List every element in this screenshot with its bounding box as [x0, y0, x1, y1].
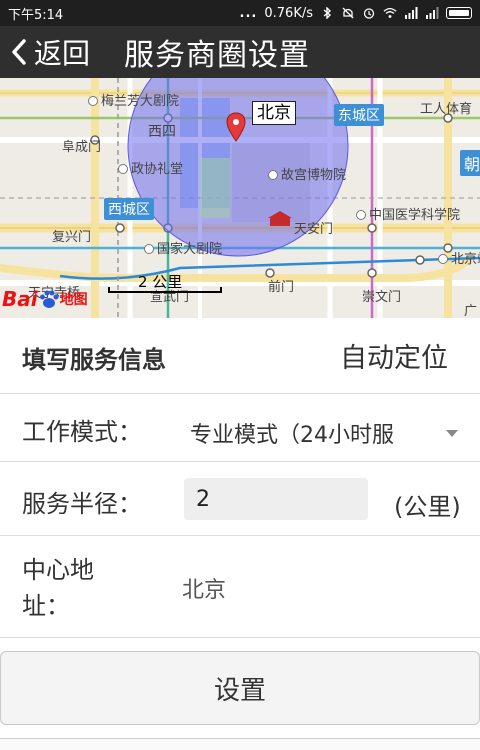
location-callout: 北京 [252, 101, 296, 125]
baidu-paw-icon [39, 290, 59, 308]
baidu-map-logo: Bai 地图 [2, 287, 88, 311]
map-label-dajuyuan: 国家大剧院 [144, 238, 222, 257]
section-title: 填写服务信息 [22, 346, 166, 374]
radius-unit: (公里) [394, 493, 461, 521]
address-value: 北京 [182, 578, 227, 603]
map-label-qianmen: 前门 [268, 280, 295, 295]
bottom-tab-strip [0, 738, 480, 750]
status-bar: 下午5:14 ... 0.76K/s [0, 0, 480, 26]
map-label-yixue: 中国医学科学院 [356, 204, 460, 223]
work-mode-label: 工作模式： [22, 418, 142, 446]
map-label-xicheng: 西城区 [104, 198, 154, 220]
network-speed: 0.76K/s [264, 5, 313, 21]
chevron-left-icon [12, 39, 26, 65]
auto-locate-button[interactable]: 自动定位 [340, 336, 448, 375]
map-label-xisi: 西四 [148, 124, 176, 140]
signal-icon [405, 7, 418, 19]
map-label-meilanfang: 梅兰芳大剧院 [88, 90, 179, 109]
map-label-fuxingmen: 复兴门 [52, 230, 92, 245]
radius-label: 服务半径： [22, 490, 142, 518]
map-label-dongcheng: 东城区 [334, 104, 384, 126]
page-title: 服务商圈设置 [124, 38, 311, 73]
map-label-fuchengmen: 阜成门 [62, 140, 102, 155]
map-label-beijingzhan: 北京站 [438, 248, 480, 267]
address-label: 中心地址： [22, 556, 94, 620]
location-pin-icon [226, 112, 246, 142]
map-label-chongwenmen: 崇文门 [362, 290, 402, 305]
bluetooth-icon [323, 7, 332, 19]
map-label-gongren: 工人体育 [420, 102, 473, 117]
battery-icon [446, 7, 472, 19]
map-scale-bar [108, 287, 222, 293]
map-label-zhengxie: 政协礼堂 [118, 158, 183, 177]
dropdown-arrow-icon [446, 430, 458, 437]
back-label: 返回 [34, 37, 91, 70]
map-label-guang: 广 [464, 304, 478, 318]
section-header-row: 填写服务信息 自动定位 [0, 318, 480, 394]
address-row: 中心地址： 北京 [0, 536, 480, 638]
title-bar: 返回 服务商圈设置 [0, 26, 480, 78]
map-label-chao: 朝 [460, 150, 480, 176]
notification-dots: ... [239, 5, 258, 21]
work-mode-value: 专业模式（24小时服 [190, 423, 394, 448]
radius-row: 服务半径： (公里) [0, 462, 480, 536]
work-mode-select[interactable]: 专业模式（24小时服 [190, 417, 468, 451]
wifi-icon [383, 7, 397, 18]
alarm-icon [363, 8, 375, 19]
work-mode-row: 工作模式： 专业模式（24小时服 [0, 394, 480, 462]
mute-icon [342, 7, 354, 19]
map-label-gugong: 故宫博物院 [268, 164, 346, 183]
map-label-tiananmen: 天安门 [294, 222, 334, 237]
signal-icon-2 [426, 7, 439, 19]
status-time: 下午5:14 [8, 7, 64, 23]
radius-input[interactable] [184, 478, 368, 520]
set-button[interactable]: 设置 [0, 651, 480, 725]
back-button[interactable]: 返回 [0, 26, 104, 78]
